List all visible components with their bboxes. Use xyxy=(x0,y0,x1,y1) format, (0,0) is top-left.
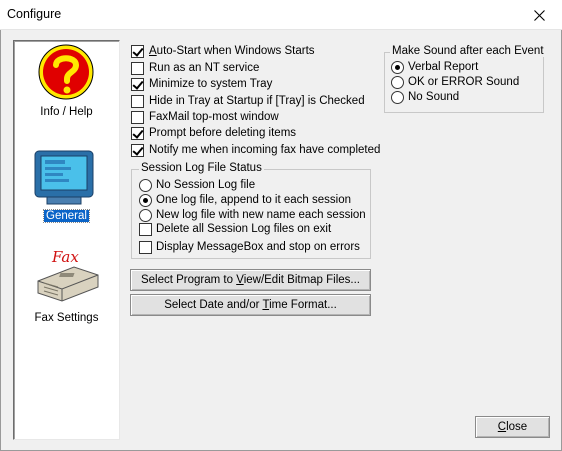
prompt-delete-label[interactable]: Prompt before deleting items xyxy=(149,127,296,139)
accelerator-key: C xyxy=(497,421,507,433)
nt-service-checkbox[interactable] xyxy=(131,62,144,75)
accelerator-key: A xyxy=(149,45,157,57)
new-log-file-radio[interactable] xyxy=(139,209,152,222)
date-time-format-button[interactable]: Select Date and/or Time Format... xyxy=(130,294,371,316)
sidebar-item-label: Info / Help xyxy=(40,106,93,118)
button-label-part: Select Program to xyxy=(140,274,237,286)
sidebar-item-fax-settings[interactable]: Fax Fax Settings xyxy=(14,241,119,331)
notify-fax-checkbox[interactable] xyxy=(131,144,144,157)
ok-error-sound-radio[interactable] xyxy=(391,76,404,89)
top-most-checkbox[interactable] xyxy=(131,111,144,124)
auto-start-label[interactable]: Auto-Start when Windows Starts xyxy=(149,45,315,57)
button-label-part: lose xyxy=(506,421,528,433)
nt-service-label[interactable]: Run as an NT service xyxy=(149,62,259,74)
no-session-log-radio[interactable] xyxy=(139,179,152,192)
fax-machine-icon: Fax xyxy=(37,248,99,302)
no-session-log-label[interactable]: No Session Log file xyxy=(156,179,255,191)
monitor-icon xyxy=(34,150,94,205)
sidebar-item-info-help[interactable]: Info / Help xyxy=(14,41,119,131)
close-button[interactable]: Close xyxy=(475,416,550,438)
button-label-part: iew/Edit Bitmap Files... xyxy=(243,274,361,286)
button-label-part: Select Date and/or xyxy=(164,299,263,311)
one-log-file-radio[interactable] xyxy=(139,194,152,207)
minimize-tray-checkbox[interactable] xyxy=(131,78,144,91)
new-log-file-label[interactable]: New log file with new name each session xyxy=(156,209,366,221)
prompt-delete-checkbox[interactable] xyxy=(131,127,144,140)
hide-tray-label[interactable]: Hide in Tray at Startup if [Tray] is Che… xyxy=(149,95,365,107)
auto-start-checkbox[interactable] xyxy=(131,45,144,58)
ok-error-sound-label[interactable]: OK or ERROR Sound xyxy=(408,76,519,88)
sidebar-item-label: General xyxy=(14,209,119,223)
hide-tray-checkbox[interactable] xyxy=(131,95,144,108)
edit-bitmap-program-button[interactable]: Select Program to View/Edit Bitmap Files… xyxy=(130,269,371,291)
fax-icon-text: Fax xyxy=(51,248,79,266)
sidebar: Info / Help General Fax Fax Settings xyxy=(13,40,120,440)
no-sound-label[interactable]: No Sound xyxy=(408,91,459,103)
sidebar-item-general[interactable]: General xyxy=(14,141,119,226)
display-messagebox-checkbox[interactable] xyxy=(139,241,152,254)
title-bar: Configure xyxy=(0,0,562,30)
question-icon xyxy=(38,44,94,100)
no-sound-radio[interactable] xyxy=(391,91,404,104)
session-log-group-title: Session Log File Status xyxy=(139,162,264,174)
label-part: uto-Start when Windows Starts xyxy=(156,45,315,57)
sidebar-item-label-text: General xyxy=(43,209,90,223)
minimize-tray-label[interactable]: Minimize to system Tray xyxy=(149,78,272,90)
display-messagebox-label[interactable]: Display MessageBox and stop on errors xyxy=(156,241,360,253)
delete-logs-checkbox[interactable] xyxy=(139,223,152,236)
sidebar-item-label: Fax Settings xyxy=(34,312,99,324)
verbal-report-radio[interactable] xyxy=(391,61,404,74)
close-icon xyxy=(533,9,545,21)
accelerator-key: V xyxy=(236,274,244,286)
delete-logs-label[interactable]: Delete all Session Log files on exit xyxy=(156,223,331,235)
one-log-file-label[interactable]: One log file, append to it each session xyxy=(156,194,351,206)
notify-fax-label[interactable]: Notify me when incoming fax have complet… xyxy=(149,144,380,156)
verbal-report-label[interactable]: Verbal Report xyxy=(408,61,478,73)
top-most-label[interactable]: FaxMail top-most window xyxy=(149,111,279,123)
close-window-button[interactable] xyxy=(516,0,562,30)
button-label-part: ime Format... xyxy=(269,299,337,311)
window-title: Configure xyxy=(7,7,62,21)
sound-group-title: Make Sound after each Event xyxy=(390,45,546,57)
